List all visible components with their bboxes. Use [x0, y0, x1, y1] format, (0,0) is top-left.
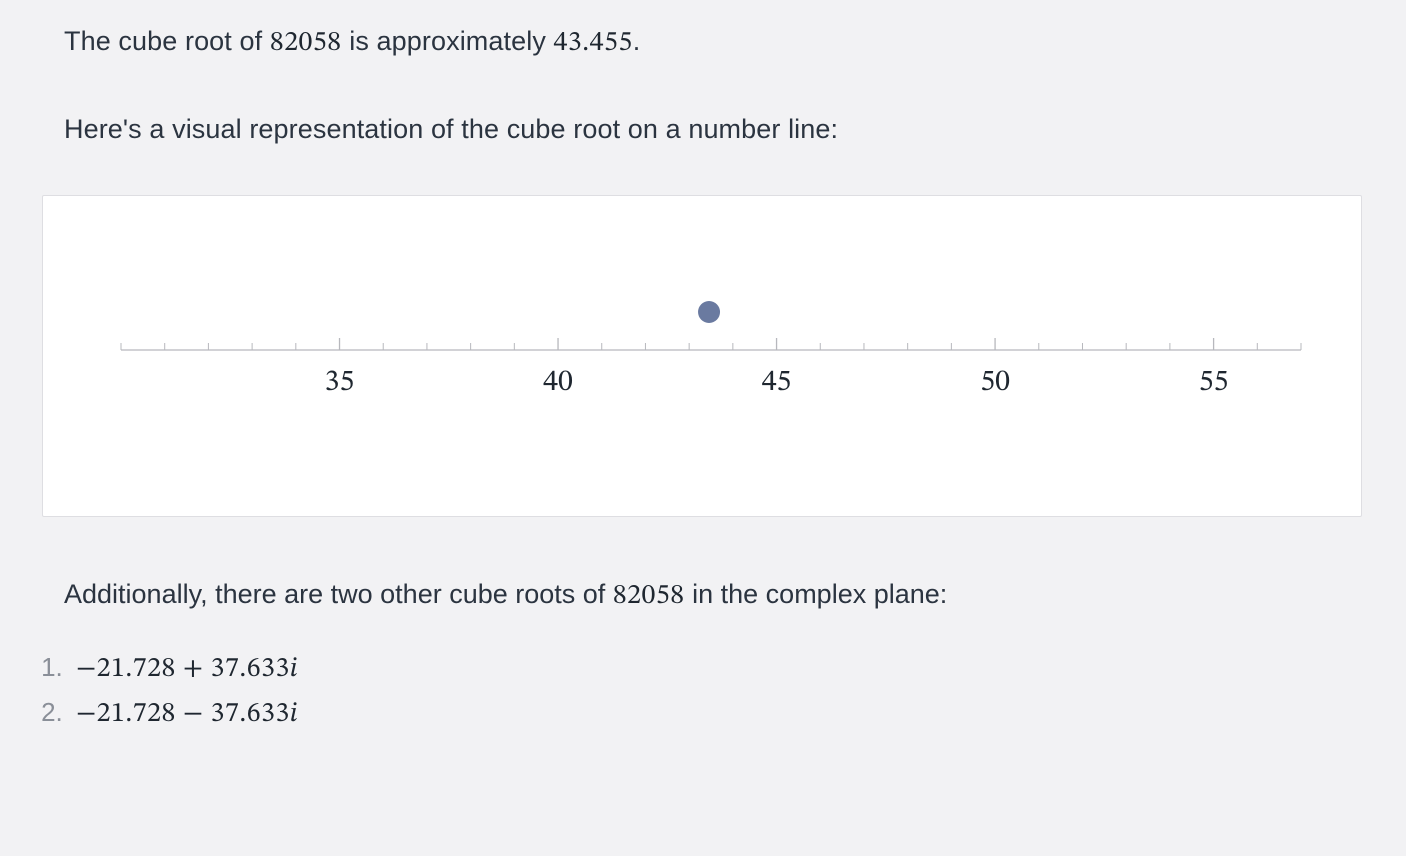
text-fragment: in the complex plane:	[685, 579, 948, 609]
svg-text:40: 40	[543, 368, 573, 398]
text-fragment: .	[633, 26, 641, 56]
document-page: The cube root of 82058 is approximately …	[0, 0, 1406, 856]
text-fragment: The cube root of	[64, 26, 270, 56]
number-root: 43.455	[554, 29, 633, 57]
number-line-svg: 35 40 45 50 55	[71, 220, 1331, 490]
svg-text:50: 50	[980, 368, 1010, 398]
text-fragment: Additionally, there are two other cube r…	[64, 579, 613, 609]
list-item: −21.728 + 37.633𝑖	[70, 652, 1364, 687]
visual-intro: Here's a visual representation of the cu…	[64, 110, 1364, 149]
svg-text:35: 35	[325, 368, 355, 398]
complex-root-expr: −21.728 − 37.633𝑖	[76, 700, 298, 728]
svg-text:55: 55	[1199, 368, 1229, 398]
svg-text:45: 45	[762, 368, 792, 398]
number-line-figure: 35 40 45 50 55	[42, 195, 1362, 517]
intro-sentence: The cube root of 82058 is approximately …	[64, 22, 1364, 64]
text-fragment: is approximately	[342, 26, 554, 56]
complex-intro: Additionally, there are two other cube r…	[64, 575, 1364, 617]
number-n: 82058	[270, 29, 342, 57]
complex-roots-list: −21.728 + 37.633𝑖 −21.728 − 37.633𝑖	[42, 652, 1364, 732]
complex-root-expr: −21.728 + 37.633𝑖	[76, 655, 298, 683]
number-n-2: 82058	[613, 582, 685, 610]
list-item: −21.728 − 37.633𝑖	[70, 697, 1364, 732]
